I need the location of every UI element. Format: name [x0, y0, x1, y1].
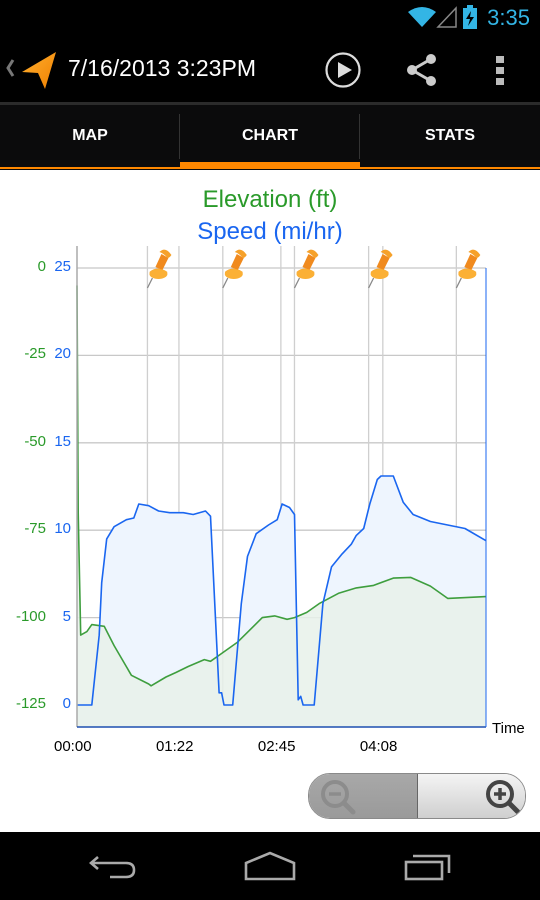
- speed-tick-label: 25: [54, 258, 71, 275]
- time-tick-label: 04:08: [359, 738, 398, 755]
- time-tick-label: 01:22: [155, 738, 194, 755]
- navigation-bar: [0, 832, 540, 900]
- pushpin-marker-icon: [222, 249, 247, 289]
- zoom-out-icon: [321, 780, 356, 815]
- elevation-tick-label: -75: [24, 520, 46, 538]
- recents-button[interactable]: [393, 848, 463, 884]
- back-icon: [89, 856, 136, 879]
- elevation-tick-label: 0: [37, 258, 46, 275]
- home-button[interactable]: [235, 848, 305, 884]
- speed-tick-label: 15: [54, 432, 71, 450]
- recents-icon: [404, 854, 451, 881]
- back-button[interactable]: [78, 848, 148, 884]
- zoom-controls: [308, 773, 526, 819]
- time-tick-label: 02:45: [257, 738, 296, 755]
- pushpin-marker-icon: [455, 249, 481, 289]
- zoom-in-icon: [486, 780, 521, 815]
- elevation-tick-label: -50: [24, 432, 46, 450]
- speed-tick-label: 0: [62, 695, 71, 712]
- x-axis-title: Time: [492, 720, 525, 737]
- elevation-speed-chart[interactable]: [0, 0, 540, 770]
- time-tick-label: 00:00: [54, 738, 92, 755]
- zoom-out-button[interactable]: [309, 774, 418, 818]
- pushpin-marker-icon: [146, 249, 172, 289]
- elevation-tick-label: -25: [24, 345, 46, 363]
- zoom-in-button[interactable]: [418, 774, 525, 818]
- home-icon: [244, 851, 296, 881]
- speed-tick-label: 5: [62, 607, 71, 625]
- speed-tick-label: 20: [54, 345, 71, 363]
- speed-tick-label: 10: [54, 520, 71, 538]
- elevation-tick-label: -125: [15, 695, 46, 712]
- elevation-tick-label: -100: [15, 607, 46, 625]
- pushpin-marker-icon: [368, 249, 393, 289]
- pushpin-marker-icon: [293, 249, 319, 289]
